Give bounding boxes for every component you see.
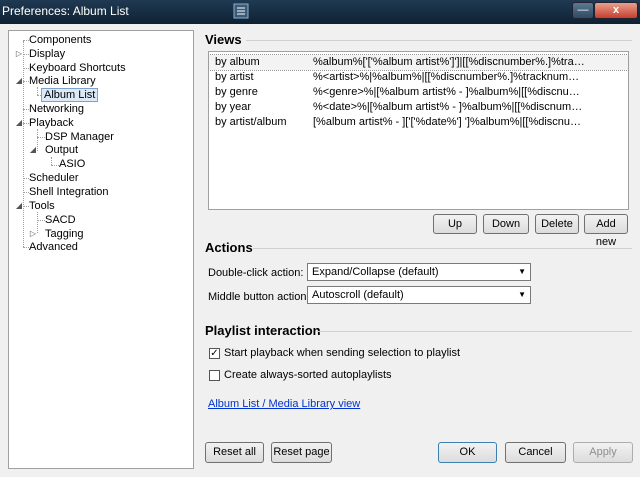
view-name: by artist <box>215 71 254 83</box>
expand-arrow-icon[interactable]: ▷ <box>29 227 37 240</box>
tree-item-playback[interactable]: Playback <box>27 117 76 130</box>
middle-button-label: Middle button action: <box>208 291 310 303</box>
tree-item-networking[interactable]: Networking <box>27 103 86 116</box>
views-row[interactable]: by artist %<artist>%|%album%|[[%discnumb… <box>209 70 628 85</box>
collapse-arrow-icon[interactable]: ◢ <box>15 74 23 87</box>
minimize-icon: — <box>577 4 589 16</box>
preferences-tree[interactable]: ▷ ◢ ◢ ◢ ◢ ▷ Components Display Keyboard … <box>8 30 194 469</box>
view-pattern: [%album artist% - ]['['%date%'] ']%album… <box>313 116 585 128</box>
tree-item-album-list[interactable]: Album List <box>41 88 99 102</box>
check-icon: ✓ <box>210 348 219 359</box>
title-bar: Preferences: Album List — x <box>0 0 640 24</box>
reset-page-button[interactable]: Reset page <box>271 442 332 463</box>
tree-item-tools[interactable]: Tools <box>27 200 57 213</box>
view-pattern: %<artist>%|%album%|[[%discnumber%.]%trac… <box>313 71 585 83</box>
tree-item-sacd[interactable]: SACD <box>43 214 78 227</box>
cancel-button[interactable]: Cancel <box>505 442 566 463</box>
view-name: by artist/album <box>215 116 287 128</box>
window-menu-icon[interactable] <box>232 2 250 20</box>
tree-connector <box>51 157 52 165</box>
window-title: Preferences: Album List <box>2 4 129 18</box>
middle-button-value: Autoscroll (default) <box>312 289 404 301</box>
reset-all-button[interactable]: Reset all <box>205 442 264 463</box>
tree-connector <box>37 212 38 233</box>
delete-button[interactable]: Delete <box>535 214 579 234</box>
actions-divider <box>253 248 632 249</box>
views-row[interactable]: by genre %<genre>%|[%album artist% - ]%a… <box>209 85 628 100</box>
tree-item-tagging[interactable]: Tagging <box>43 228 86 241</box>
album-list-view-link[interactable]: Album List / Media Library view <box>208 398 360 410</box>
views-row[interactable]: by album %album%['['%album artist%']']|[… <box>208 54 629 71</box>
tree-item-dsp-manager[interactable]: DSP Manager <box>43 131 116 144</box>
tree-item-shell-integration[interactable]: Shell Integration <box>27 186 111 199</box>
start-playback-checkbox[interactable]: ✓ <box>209 348 220 359</box>
view-name: by genre <box>215 86 258 98</box>
up-button[interactable]: Up <box>433 214 477 234</box>
views-list[interactable]: by album %album%['['%album artist%']']|[… <box>208 51 629 210</box>
double-click-label: Double-click action: <box>208 267 304 279</box>
view-name: by year <box>215 101 252 113</box>
close-icon: x <box>612 4 620 16</box>
actions-heading: Actions <box>205 240 253 255</box>
start-playback-label[interactable]: Start playback when sending selection to… <box>224 347 460 359</box>
expand-arrow-icon[interactable]: ▷ <box>15 47 23 60</box>
tree-item-keyboard-shortcuts[interactable]: Keyboard Shortcuts <box>27 62 128 75</box>
collapse-arrow-icon[interactable]: ◢ <box>15 199 23 212</box>
tree-item-asio[interactable]: ASIO <box>57 158 87 171</box>
dropdown-arrow-icon: ▼ <box>518 267 526 276</box>
double-click-value: Expand/Collapse (default) <box>312 266 439 278</box>
down-button[interactable]: Down <box>483 214 529 234</box>
view-pattern: %<genre>%|[%album artist% - ]%album%|[[%… <box>313 86 585 98</box>
views-row[interactable]: by year %<date>%|[%album artist% - ]%alb… <box>209 100 628 115</box>
views-divider <box>246 40 632 41</box>
views-row[interactable]: by artist/album [%album artist% - ]['['%… <box>209 115 628 130</box>
add-new-button[interactable]: Add new <box>584 214 628 248</box>
tree-item-scheduler[interactable]: Scheduler <box>27 172 81 185</box>
tree-item-display[interactable]: Display <box>27 48 67 61</box>
tree-item-output[interactable]: Output <box>43 144 80 157</box>
middle-button-select[interactable]: Autoscroll (default) ▼ <box>307 286 531 304</box>
always-sorted-label[interactable]: Create always-sorted autoplaylists <box>224 369 392 381</box>
tree-connector <box>37 129 38 151</box>
tree-item-components[interactable]: Components <box>27 34 93 47</box>
playlist-divider <box>317 331 632 332</box>
collapse-arrow-icon[interactable]: ◢ <box>15 116 23 129</box>
always-sorted-checkbox[interactable] <box>209 370 220 381</box>
apply-button[interactable]: Apply <box>573 442 633 463</box>
dropdown-arrow-icon: ▼ <box>518 290 526 299</box>
tree-item-advanced[interactable]: Advanced <box>27 241 80 254</box>
tree-connector <box>23 41 24 247</box>
ok-button[interactable]: OK <box>438 442 497 463</box>
double-click-select[interactable]: Expand/Collapse (default) ▼ <box>307 263 531 281</box>
playlist-heading: Playlist interaction <box>205 323 321 338</box>
tree-connector <box>37 87 38 95</box>
view-pattern: %<date>%|[%album artist% - ]%album%|[[%d… <box>313 101 585 113</box>
view-pattern: %album%['['%album artist%']']|[[%discnum… <box>313 56 585 68</box>
view-name: by album <box>215 56 260 68</box>
collapse-arrow-icon[interactable]: ◢ <box>29 143 37 156</box>
close-button[interactable]: x <box>594 2 638 19</box>
tree-item-media-library[interactable]: Media Library <box>27 75 98 88</box>
minimize-button[interactable]: — <box>572 2 594 19</box>
views-heading: Views <box>205 32 242 47</box>
